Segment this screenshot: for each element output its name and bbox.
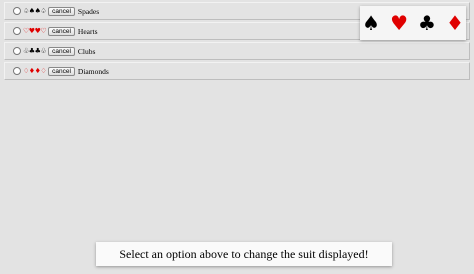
suit-glyphs: ♡♥♥♡ [23,27,47,35]
radio-button[interactable] [13,47,21,55]
suit-label: Clubs [77,46,96,56]
suit-label: Spades [77,6,100,16]
instruction-message: Select an option above to change the sui… [96,242,392,266]
suit-option-clubs[interactable]: ♧♣♣♧ cancel Clubs [4,42,470,60]
cancel-button[interactable]: cancel [48,46,75,56]
spade-icon: ♠ [362,11,381,35]
suit-label: Hearts [77,26,98,36]
outline-spade-icon: ♤ [40,7,47,15]
club-icon: ♣ [418,11,436,35]
outline-diamond-icon: ♢ [40,67,47,75]
suit-glyphs: ♧♣♣♧ [23,47,47,55]
suit-glyphs: ♤♠♠♤ [23,7,47,15]
cancel-button[interactable]: cancel [48,26,75,36]
outline-club-icon: ♧ [40,47,47,55]
suit-glyphs: ♢♦♦♢ [23,67,47,75]
cancel-button[interactable]: cancel [48,66,75,76]
diamond-icon: ♦ [445,11,464,35]
suit-label: Diamonds [77,66,109,76]
outline-heart-icon: ♡ [40,27,47,35]
suit-option-diamonds[interactable]: ♢♦♦♢ cancel Diamonds [4,62,470,80]
radio-button[interactable] [13,27,21,35]
instruction-text: Select an option above to change the sui… [119,246,369,261]
radio-button[interactable] [13,7,21,15]
suit-display-panel: ♠ ♥ ♣ ♦ [360,6,466,40]
radio-button[interactable] [13,67,21,75]
cancel-button[interactable]: cancel [48,6,75,16]
heart-icon: ♥ [390,11,408,35]
